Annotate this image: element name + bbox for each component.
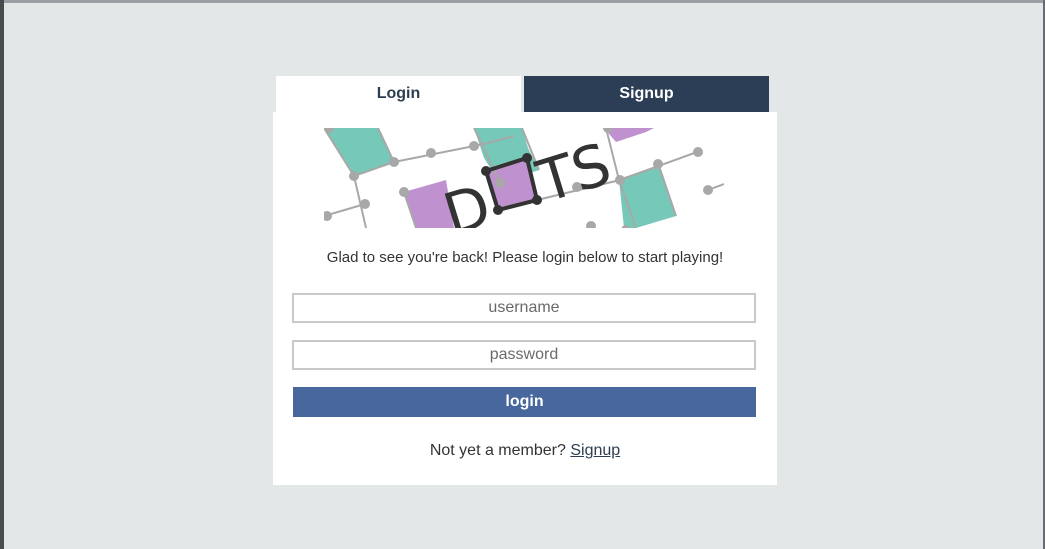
logo-letters-ts: TS <box>529 130 619 216</box>
signup-prompt: Not yet a member? Signup <box>273 442 777 460</box>
tab-login[interactable]: Login <box>276 76 521 112</box>
window-top-border <box>0 0 1045 3</box>
tab-signup[interactable]: Signup <box>524 76 769 112</box>
auth-tabs: Login Signup <box>276 76 769 112</box>
login-card: D TS Glad to see you're back! Please log… <box>273 112 777 485</box>
window-left-border <box>0 0 4 549</box>
dots-logo: D TS <box>324 128 724 228</box>
signup-link[interactable]: Signup <box>570 442 620 459</box>
username-input[interactable] <box>292 293 756 323</box>
dots-logo-graphic: D TS <box>324 128 724 228</box>
signup-prompt-text: Not yet a member? <box>429 442 566 459</box>
login-button[interactable]: login <box>293 387 756 417</box>
welcome-message: Glad to see you're back! Please login be… <box>326 249 724 266</box>
password-input[interactable] <box>292 340 756 370</box>
